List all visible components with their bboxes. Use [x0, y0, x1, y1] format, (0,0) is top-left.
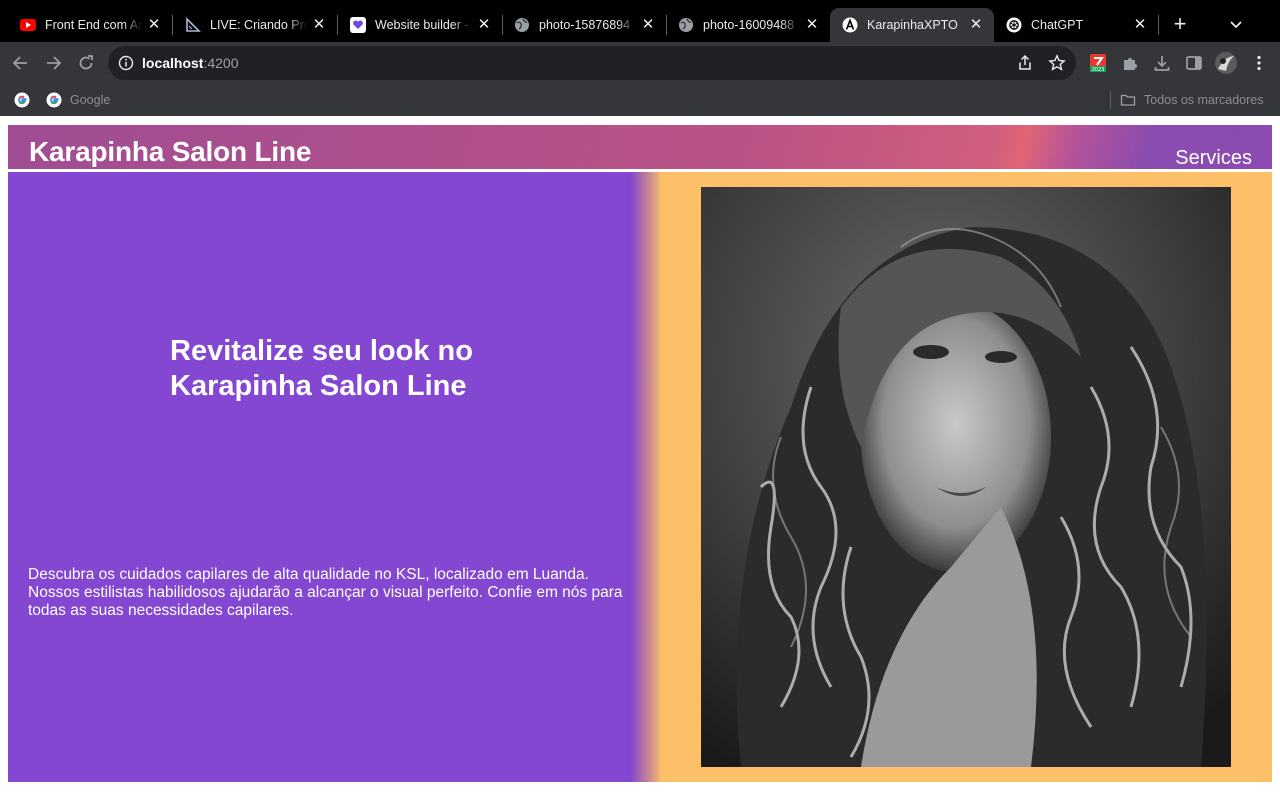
download-icon[interactable]	[1152, 53, 1172, 73]
all-bookmarks-button[interactable]: Todos os marcadores	[1120, 92, 1264, 108]
bookmarks-bar: Google Todos os marcadores	[0, 84, 1280, 116]
tab-title: LIVE: Criando Pro	[210, 18, 307, 32]
ruler-triangle-icon	[185, 17, 201, 33]
globe-icon	[678, 17, 694, 33]
page-viewport: Karapinha Salon Line Services Revitalize…	[0, 116, 1280, 800]
kebab-menu-icon[interactable]	[1249, 53, 1269, 73]
url-host: localhost	[142, 55, 204, 71]
tab-karapinhaxpto[interactable]: KarapinhaXPTO ✕	[830, 8, 994, 42]
hero-photo	[701, 187, 1231, 767]
side-panel-icon[interactable]	[1184, 53, 1204, 73]
browser-toolbar: localhost:4200 2023	[0, 42, 1280, 84]
reload-button[interactable]	[74, 51, 98, 75]
close-icon[interactable]: ✕	[311, 17, 327, 33]
bookmark-label: Google	[70, 93, 111, 107]
back-button[interactable]	[9, 51, 33, 75]
openai-icon	[1006, 17, 1022, 33]
tab-front-end[interactable]: Front End com An ✕	[8, 8, 172, 42]
tab-title: Website builder -	[375, 18, 469, 32]
close-icon[interactable]: ✕	[968, 17, 984, 33]
arrow-left-icon	[12, 56, 27, 70]
url-text: localhost:4200	[142, 55, 239, 71]
tab-photo-1[interactable]: photo-15876894 ✕	[502, 8, 666, 42]
reload-icon	[79, 55, 93, 70]
tab-separator	[1158, 15, 1159, 35]
bookmarks-divider	[1110, 91, 1111, 109]
bookmark-star-icon[interactable]	[1048, 54, 1066, 72]
hero-image-panel	[660, 172, 1272, 782]
nav-link-services[interactable]: Services	[1175, 147, 1252, 170]
globe-icon	[514, 17, 530, 33]
tab-website-builder[interactable]: Website builder - ✕	[338, 8, 502, 42]
tab-title: Front End com An	[45, 18, 142, 32]
all-bookmarks-label: Todos os marcadores	[1144, 93, 1264, 107]
angular-icon	[842, 17, 858, 33]
close-icon[interactable]: ✕	[804, 17, 820, 33]
tab-title: KarapinhaXPTO	[867, 18, 958, 32]
heart-chat-icon	[350, 17, 366, 33]
brand-title[interactable]: Karapinha Salon Line	[29, 136, 311, 168]
bookmark-google-1[interactable]	[14, 92, 38, 108]
hero-title: Revitalize seu look no Karapinha Salon L…	[170, 335, 473, 402]
close-icon[interactable]: ✕	[476, 17, 492, 33]
forward-button[interactable]	[41, 51, 65, 75]
url-port: :4200	[203, 55, 239, 71]
share-icon[interactable]	[1016, 54, 1034, 72]
site-header: Karapinha Salon Line Services	[8, 125, 1272, 171]
tab-chatgpt[interactable]: ChatGPT ✕	[994, 8, 1158, 42]
folder-icon	[1120, 94, 1136, 106]
arrow-right-icon	[47, 56, 62, 70]
google-icon	[46, 92, 62, 108]
tab-strip: Front End com An ✕ LIVE: Criando Pro ✕ W…	[0, 0, 1280, 42]
close-icon[interactable]: ✕	[1132, 17, 1148, 33]
new-tab-button[interactable]: +	[1166, 13, 1194, 37]
extension-badge-text: 2023	[1092, 67, 1105, 73]
close-icon[interactable]: ✕	[146, 17, 162, 33]
address-bar[interactable]: localhost:4200	[108, 46, 1076, 80]
hero-text-panel: Revitalize seu look no Karapinha Salon L…	[8, 172, 660, 782]
youtube-icon	[20, 17, 36, 33]
tab-search-chevron-icon[interactable]	[1224, 14, 1248, 36]
extension-2023-icon[interactable]: 2023	[1088, 53, 1108, 73]
close-icon[interactable]: ✕	[640, 17, 656, 33]
tab-title: ChatGPT	[1031, 18, 1084, 32]
tab-title: photo-15876894	[539, 18, 631, 32]
profile-avatar[interactable]	[1214, 51, 1238, 75]
extensions-puzzle-icon[interactable]	[1120, 53, 1140, 73]
tab-photo-2[interactable]: photo-16009488 ✕	[666, 8, 830, 42]
hero-description: Descubra os cuidados capilares de alta q…	[28, 566, 623, 619]
portrait-image	[701, 187, 1231, 767]
site-info-icon[interactable]	[118, 55, 134, 71]
tab-live[interactable]: LIVE: Criando Pro ✕	[173, 8, 337, 42]
tab-title: photo-16009488	[703, 18, 795, 32]
google-icon	[14, 92, 30, 108]
hero-section: Revitalize seu look no Karapinha Salon L…	[8, 172, 1272, 782]
bookmark-google-2[interactable]: Google	[46, 92, 110, 108]
